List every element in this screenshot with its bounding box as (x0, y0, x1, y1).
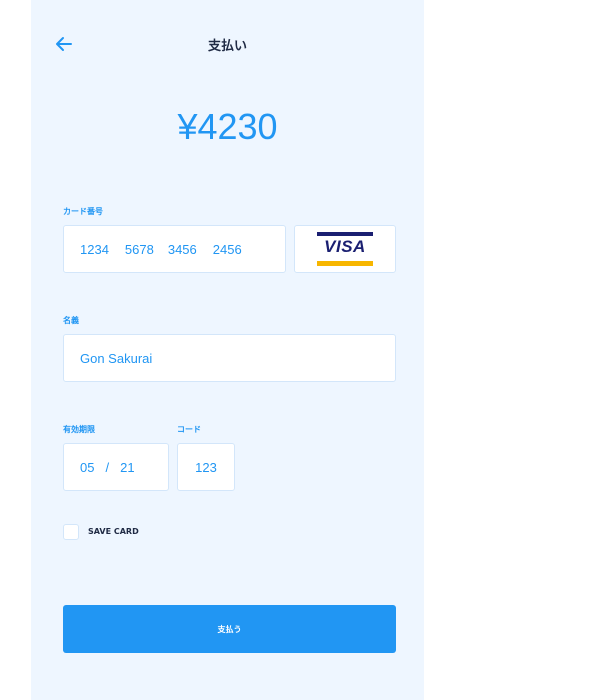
visa-logo-icon: VISA (317, 232, 373, 266)
card-number-group-3: 3456 (167, 241, 197, 257)
code-label: コード (177, 425, 201, 434)
security-code-value: 123 (195, 459, 217, 475)
page-title: 支払い (207, 39, 247, 54)
card-number-group-4: 2456 (212, 241, 242, 257)
payment-amount: ¥4230 (177, 106, 278, 147)
holder-name-value: Gon Sakurai (80, 350, 153, 366)
expiry-label: 有効期限 (63, 425, 95, 434)
expiry-separator: / (105, 459, 110, 475)
expiry-month: 05 (80, 459, 95, 475)
card-number-label: カード番号 (63, 207, 103, 216)
visa-logo-bottom-bar (317, 261, 373, 266)
card-number-group-2: 5678 (124, 241, 154, 257)
card-brand-text: VISA (324, 237, 366, 256)
save-card-checkbox[interactable] (63, 524, 79, 540)
card-number-field[interactable]: 1234 5678 3456 2456 (63, 225, 286, 273)
pay-button[interactable]: 支払う (63, 605, 396, 653)
card-number-group-1: 1234 (80, 241, 109, 257)
visa-logo-top-bar (317, 232, 373, 236)
save-card-label[interactable]: SAVE CARD (88, 527, 139, 536)
security-code-field[interactable]: 123 (177, 443, 235, 491)
pay-button-label: 支払う (217, 624, 242, 634)
expiry-field[interactable]: 05 / 21 (63, 443, 169, 491)
expiry-year: 21 (120, 459, 135, 475)
payment-panel: 支払い ¥4230 カード番号 1234 5678 3456 2456 VISA… (31, 0, 424, 700)
holder-name-field[interactable]: Gon Sakurai (63, 334, 396, 382)
holder-name-label: 名義 (63, 316, 79, 325)
card-brand-box: VISA (294, 225, 396, 273)
